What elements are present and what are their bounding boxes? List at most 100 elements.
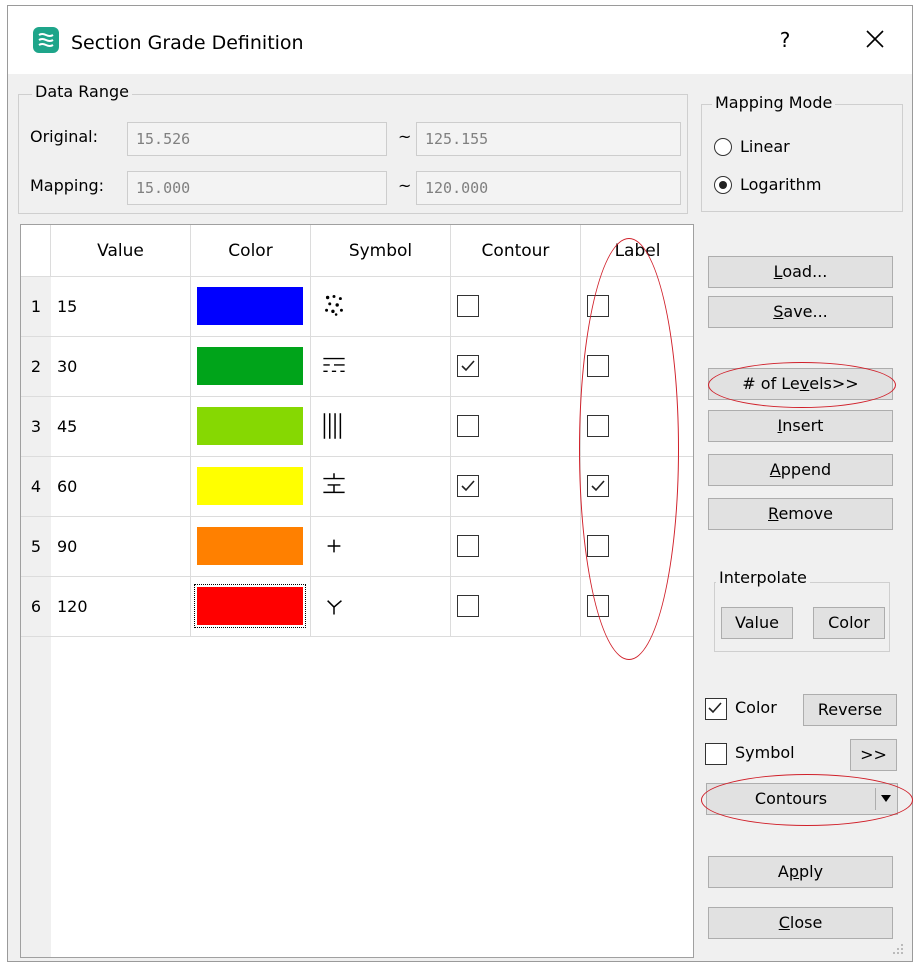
- symbol-cell[interactable]: [311, 457, 451, 517]
- label-cell[interactable]: [581, 337, 693, 397]
- label-checkbox[interactable]: [587, 295, 609, 317]
- symbol-cell[interactable]: [311, 577, 451, 637]
- color-cell[interactable]: [191, 517, 311, 577]
- reverse-button[interactable]: Reverse: [803, 694, 897, 726]
- help-button[interactable]: ?: [773, 28, 797, 54]
- color-swatch[interactable]: [197, 287, 303, 325]
- contours-dropdown[interactable]: Contours: [706, 783, 898, 815]
- interpolate-color-button[interactable]: Color: [813, 607, 885, 639]
- row-number[interactable]: 4: [21, 457, 51, 517]
- color-cell[interactable]: [191, 337, 311, 397]
- resize-grip-icon[interactable]: [888, 941, 906, 959]
- value-cell[interactable]: 120: [51, 577, 191, 637]
- linear-radio[interactable]: [714, 138, 732, 156]
- contour-cell[interactable]: [451, 397, 581, 457]
- contour-checkbox[interactable]: [457, 475, 479, 497]
- label-cell[interactable]: [581, 577, 693, 637]
- close-button[interactable]: Close: [708, 907, 893, 939]
- dashes-icon: [323, 357, 345, 373]
- contour-cell[interactable]: [451, 577, 581, 637]
- value-text: 90: [57, 537, 78, 556]
- close-window-button[interactable]: [860, 24, 890, 54]
- symbol-cell[interactable]: [311, 337, 451, 397]
- contour-cell[interactable]: [451, 517, 581, 577]
- mapping-max-field[interactable]: 120.000: [416, 171, 681, 205]
- symbol-option-label[interactable]: Symbol: [735, 743, 795, 762]
- header-contour[interactable]: Contour: [451, 225, 581, 277]
- checkmark-icon: [461, 480, 475, 492]
- label-checkbox[interactable]: [587, 415, 609, 437]
- remove-button[interactable]: Remove: [708, 498, 893, 530]
- apply-button[interactable]: Apply: [708, 856, 893, 888]
- label-checkbox[interactable]: [587, 475, 609, 497]
- color-option-label[interactable]: Color: [735, 698, 777, 717]
- original-max-field[interactable]: 125.155: [416, 122, 681, 156]
- row-number[interactable]: 6: [21, 577, 51, 637]
- label-cell[interactable]: [581, 517, 693, 577]
- original-min-field[interactable]: 15.526: [127, 122, 387, 156]
- symbol-cell[interactable]: [311, 517, 451, 577]
- logarithm-radio[interactable]: [714, 176, 732, 194]
- symbol-checkbox[interactable]: [705, 743, 727, 765]
- chevron-down-icon: [881, 795, 891, 802]
- header-symbol[interactable]: Symbol: [311, 225, 451, 277]
- plus-icon: [327, 539, 341, 553]
- grade-table: Value Color Symbol Contour Label 1 15 2 30 3…: [20, 224, 694, 958]
- symbol-cell[interactable]: [311, 277, 451, 337]
- contour-cell[interactable]: [451, 337, 581, 397]
- symbol-more-button[interactable]: >>: [850, 739, 897, 771]
- value-text: 30: [57, 357, 78, 376]
- save-button[interactable]: Save...: [708, 296, 893, 328]
- color-checkbox[interactable]: [705, 698, 727, 720]
- label-cell[interactable]: [581, 277, 693, 337]
- row-number[interactable]: 2: [21, 337, 51, 397]
- levels-button[interactable]: # of Levels>>: [708, 368, 893, 400]
- value-cell[interactable]: 30: [51, 337, 191, 397]
- corner-header: [21, 225, 51, 277]
- row-number[interactable]: 5: [21, 517, 51, 577]
- value-cell[interactable]: 60: [51, 457, 191, 517]
- mapping-min-field[interactable]: 15.000: [127, 171, 387, 205]
- contour-cell[interactable]: [451, 457, 581, 517]
- contour-checkbox[interactable]: [457, 535, 479, 557]
- load-button[interactable]: Load...: [708, 256, 893, 288]
- value-cell[interactable]: 45: [51, 397, 191, 457]
- color-swatch[interactable]: [197, 467, 303, 505]
- linear-label[interactable]: Linear: [740, 137, 790, 156]
- checkmark-icon: [591, 480, 605, 492]
- mapping-mode-group: [701, 104, 903, 212]
- contour-checkbox[interactable]: [457, 415, 479, 437]
- label-checkbox[interactable]: [587, 595, 609, 617]
- value-cell[interactable]: 90: [51, 517, 191, 577]
- symbol-cell[interactable]: [311, 397, 451, 457]
- value-cell[interactable]: 15: [51, 277, 191, 337]
- label-cell[interactable]: [581, 457, 693, 517]
- label-checkbox[interactable]: [587, 355, 609, 377]
- color-cell[interactable]: [191, 277, 311, 337]
- color-cell[interactable]: [191, 577, 311, 637]
- color-swatch[interactable]: [197, 347, 303, 385]
- color-cell[interactable]: [191, 397, 311, 457]
- header-color[interactable]: Color: [191, 225, 311, 277]
- contour-cell[interactable]: [451, 277, 581, 337]
- append-button[interactable]: Append: [708, 454, 893, 486]
- color-cell[interactable]: [191, 457, 311, 517]
- value-text: 15: [57, 297, 78, 316]
- row-number[interactable]: 3: [21, 397, 51, 457]
- label-checkbox[interactable]: [587, 535, 609, 557]
- contour-checkbox[interactable]: [457, 355, 479, 377]
- interpolate-value-button[interactable]: Value: [721, 607, 793, 639]
- contour-checkbox[interactable]: [457, 295, 479, 317]
- label-cell[interactable]: [581, 397, 693, 457]
- header-value[interactable]: Value: [51, 225, 191, 277]
- contour-checkbox[interactable]: [457, 595, 479, 617]
- insert-button[interactable]: Insert: [708, 410, 893, 442]
- fork-icon: [327, 600, 342, 615]
- logarithm-label[interactable]: Logarithm: [740, 175, 821, 194]
- header-label[interactable]: Label: [581, 225, 693, 277]
- row-number[interactable]: 1: [21, 277, 51, 337]
- color-swatch[interactable]: [197, 527, 303, 565]
- dropdown-divider: [875, 788, 876, 810]
- color-swatch[interactable]: [197, 407, 303, 445]
- color-swatch[interactable]: [194, 584, 306, 628]
